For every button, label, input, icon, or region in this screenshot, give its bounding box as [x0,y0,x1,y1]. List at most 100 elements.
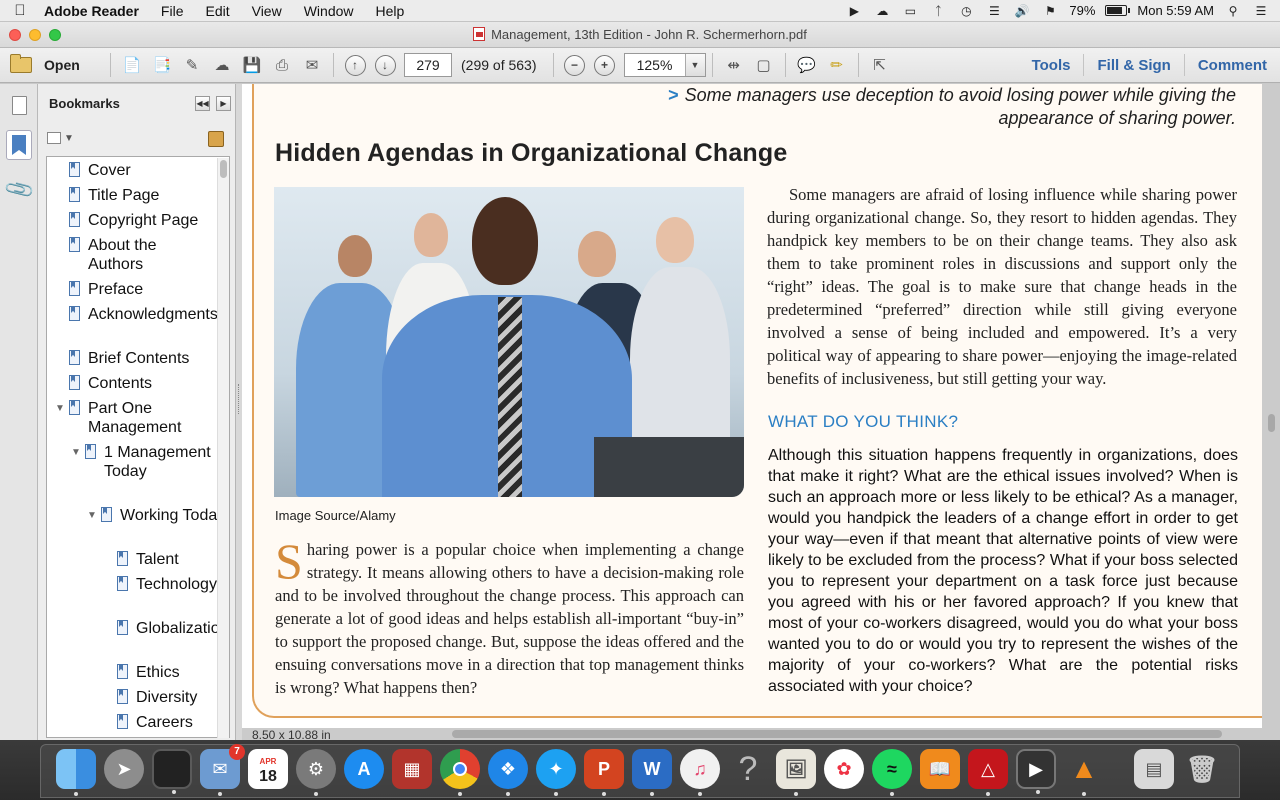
bookmark-item[interactable]: Brief Contents [55,349,208,368]
email-button[interactable]: ✉ [297,51,327,79]
twitter-icon[interactable]: ✦ [536,749,576,796]
print-button[interactable]: ⎙ [267,51,297,79]
clock[interactable]: Mon 5:59 AM [1137,3,1214,18]
activity-monitor-icon[interactable] [152,749,192,794]
vlc-icon[interactable]: ▲ [1064,749,1104,796]
bookmark-item[interactable]: About the Authors [55,236,208,274]
app-store-icon[interactable]: A [344,749,384,789]
system-preferences-icon[interactable]: ⚙ [296,749,336,796]
fit-width-button[interactable]: ⇹ [719,51,749,79]
bookmark-item[interactable]: Careers [103,713,229,732]
menu-file[interactable]: File [150,3,195,19]
preview-icon[interactable]: 🖼 [776,749,816,796]
edit-pdf-button[interactable]: ✎ [177,51,207,79]
calendar-icon[interactable]: APR 18 [248,749,288,789]
photos-icon[interactable]: ✿ [824,749,864,789]
tools-button[interactable]: Tools [1019,57,1084,74]
speech-bubble-icon: 💬 [797,57,816,74]
finder-icon[interactable] [56,749,96,796]
bookmark-scrollbar[interactable] [217,158,229,738]
page-thumbnails-button[interactable] [6,90,32,120]
chevron-down-icon[interactable]: ▼ [684,54,705,76]
bookmark-item[interactable]: Cover [55,161,208,180]
ibooks-icon[interactable]: 📖 [920,749,960,789]
photo-booth-icon[interactable]: ▦ [392,749,432,789]
bookmark-item[interactable]: Talent [103,550,229,569]
highlight-button[interactable]: ✏ [822,51,852,79]
launchpad-icon[interactable]: ➤ [104,749,144,789]
page-number-input[interactable]: 279 [404,53,452,77]
chrome-icon[interactable] [440,749,480,796]
bookmark-item[interactable]: ▼ 1 Management Today [71,443,218,481]
add-comment-button[interactable]: 💬 [792,51,822,79]
zoom-out-button[interactable]: − [560,51,590,79]
find-current-bookmark-icon[interactable] [208,131,224,147]
bookmark-item[interactable]: Copyright Page [55,211,208,230]
bookmark-item[interactable]: ▼ Working Today [87,506,228,525]
bookmark-item[interactable]: Title Page [55,186,208,205]
save-button[interactable]: 💾 [237,51,267,79]
create-pdf-button[interactable]: 📄 [117,51,147,79]
bookmark-item[interactable]: Ethics [103,663,229,682]
export-pdf-button[interactable]: 📑 [147,51,177,79]
itunes-icon[interactable]: ♫ [680,749,720,796]
menu-edit[interactable]: Edit [194,3,240,19]
bookmark-item[interactable]: Technology [103,575,229,594]
time-machine-icon[interactable]: ◷ [957,4,975,18]
trash-icon[interactable]: 🗑 [1182,749,1222,789]
expand-triangle-icon[interactable]: ▼ [71,443,85,481]
word-icon[interactable]: W [632,749,672,796]
notification-center-icon[interactable]: ☰ [1252,4,1270,18]
app-menu[interactable]: Adobe Reader [40,3,150,19]
fill-sign-button[interactable]: Fill & Sign [1084,57,1183,74]
bluetooth-icon[interactable]: ᛏ [929,4,947,18]
zoom-in-button[interactable]: + [590,51,620,79]
panel-forward-button[interactable]: ▶ [216,96,231,111]
wifi-icon[interactable]: ☰ [985,4,1003,18]
open-button[interactable]: Open [0,54,104,73]
vertical-scrollbar-thumb[interactable] [1268,414,1275,432]
expand-triangle-icon[interactable]: ▼ [87,506,101,525]
document-viewport[interactable]: > Some managers use deception to avoid lo… [242,84,1280,740]
collapse-panel-button[interactable]: ◀◀ [195,96,210,111]
bookmark-item[interactable]: Globalization [103,619,229,638]
cloud-icon[interactable]: ☁ [873,4,891,18]
volume-icon[interactable]: 🔊 [1013,4,1031,18]
bookmark-options-button[interactable]: ▼ [47,132,74,144]
bookmark-item[interactable]: Preface [55,280,208,299]
media-player-icon[interactable]: ▶ [1016,749,1056,794]
play-icon[interactable]: ▶ [845,4,863,18]
bookmark-item[interactable]: Acknowledgments [55,305,218,324]
horizontal-scrollbar[interactable] [452,730,1222,738]
full-screen-button[interactable]: ⇱ [865,51,895,79]
menu-help[interactable]: Help [365,3,416,19]
battery-icon[interactable] [1105,5,1131,16]
bookmark-item[interactable]: Contents [55,374,208,393]
zoom-select[interactable]: 125% ▼ [623,53,706,77]
attachments-button[interactable]: 📎 [3,173,36,205]
comment-button[interactable]: Comment [1185,57,1280,74]
bookmark-item[interactable]: ▼ Part One Management [55,399,208,437]
fit-page-button[interactable]: ▢ [749,51,779,79]
menu-window[interactable]: Window [293,3,365,19]
spotify-icon[interactable]: ≈ [872,749,912,796]
adobe-reader-icon[interactable]: △ [968,749,1008,796]
powerpoint-icon[interactable]: P [584,749,624,796]
next-page-button[interactable]: ↓ [370,51,400,79]
safari-icon[interactable]: ❖ [488,749,528,796]
downloads-stack-icon[interactable]: ▤ [1134,749,1174,789]
previous-page-button[interactable]: ↑ [340,51,370,79]
menu-view[interactable]: View [241,3,293,19]
bookmark-item[interactable]: Diversity [103,688,229,707]
bookmarks-panel-button[interactable] [6,130,32,160]
apple-menu-icon[interactable]:  [0,2,40,19]
scrollbar-thumb[interactable] [220,160,227,178]
expand-triangle-icon[interactable]: ▼ [55,399,69,437]
upload-button[interactable]: ☁ [207,51,237,79]
airplay-icon[interactable]: ▭ [901,4,919,18]
spotlight-search-icon[interactable]: ⚲ [1224,4,1242,18]
mail-icon[interactable]: ✉ 7 [200,744,245,796]
unknown-app-icon[interactable]: ? [728,749,768,789]
flag-icon[interactable]: ⚑ [1041,4,1059,18]
